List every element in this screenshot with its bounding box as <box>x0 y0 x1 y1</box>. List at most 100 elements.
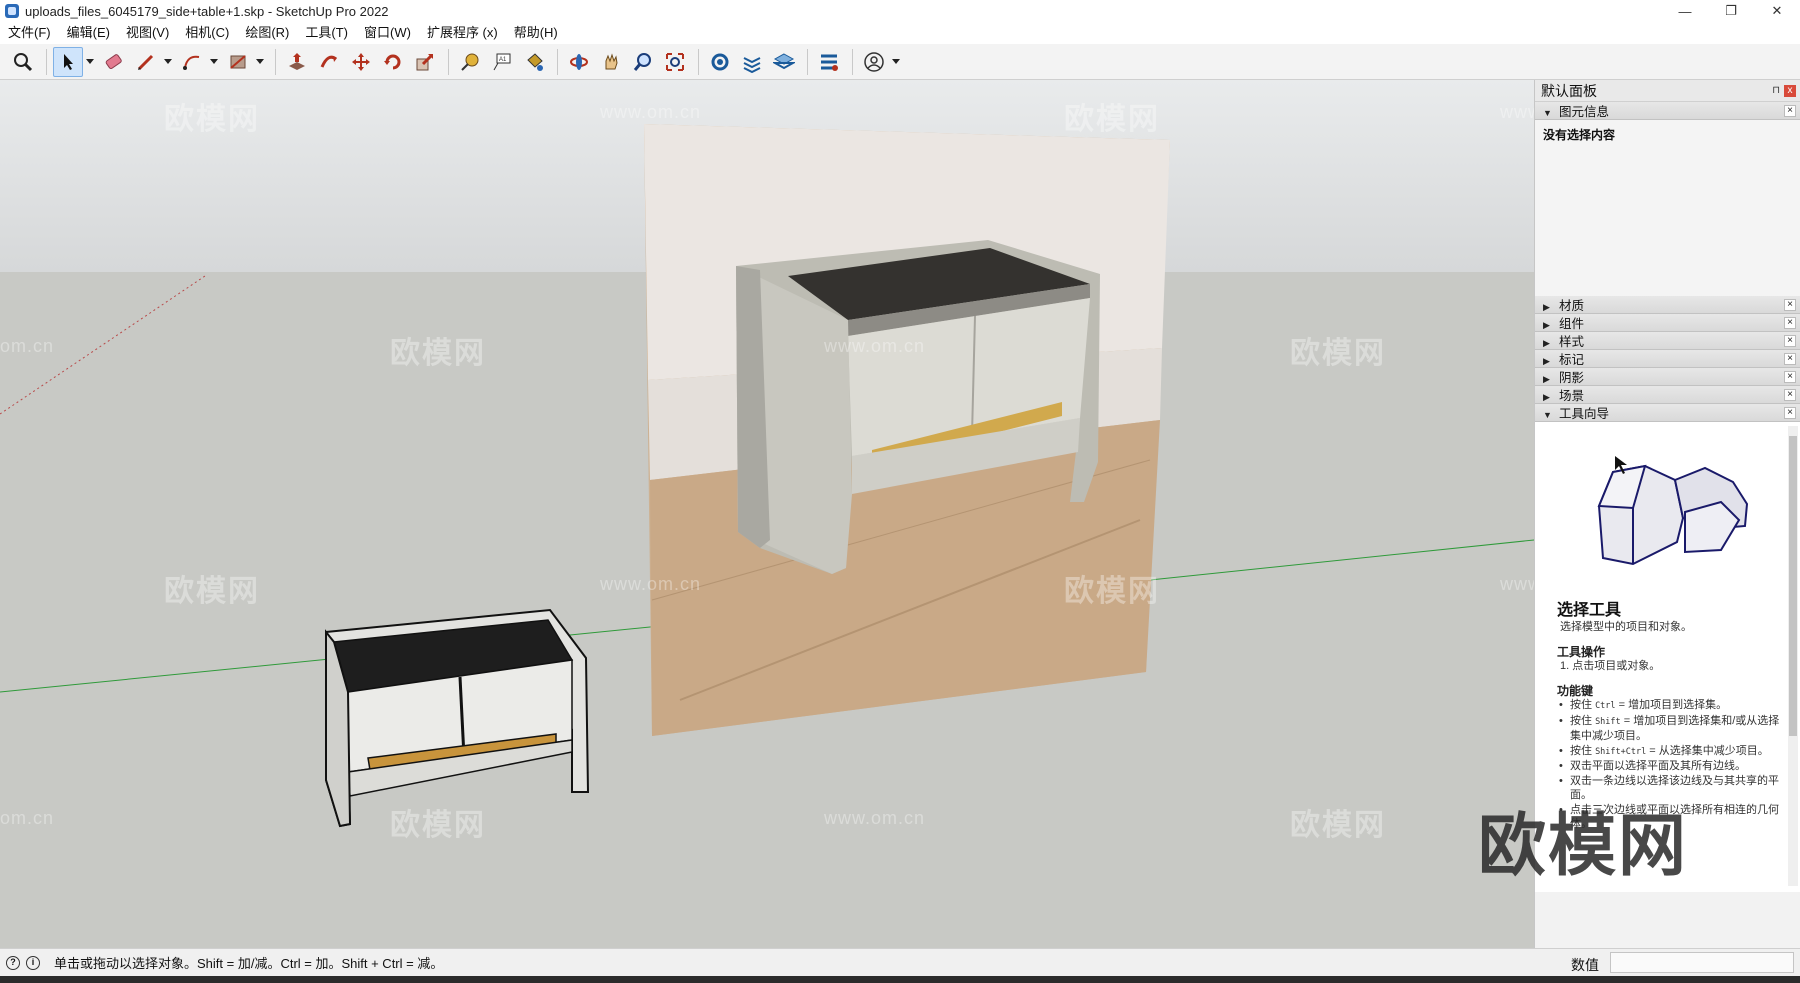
tray-scenes[interactable]: ▶ 场景 × <box>1535 386 1800 404</box>
list-item: 双击平面以选择平面及其所有边线。 <box>1557 759 1782 774</box>
main-toolbar: A1 <box>0 44 1800 80</box>
collapse-triangle-icon: ▼ <box>1543 410 1552 420</box>
instructor-op: 1. 点击项目或对象。 <box>1560 660 1661 672</box>
nightstand-model[interactable] <box>325 608 590 828</box>
close-tray-button[interactable]: x <box>1784 84 1796 97</box>
zoom-icon[interactable] <box>628 47 658 77</box>
sketchup-app-icon <box>5 4 19 18</box>
tray-tags[interactable]: ▶ 标记 × <box>1535 350 1800 368</box>
tray-label: 材质 <box>1559 299 1585 313</box>
profile-dropdown-icon[interactable] <box>891 47 901 77</box>
follow-me-icon[interactable] <box>314 47 344 77</box>
menu-draw[interactable]: 绘图(R) <box>237 22 297 44</box>
menu-help[interactable]: 帮助(H) <box>506 22 566 44</box>
close-window-button[interactable]: ✕ <box>1754 0 1800 22</box>
measurements-label: 数值 <box>1571 957 1599 973</box>
layers-icon[interactable] <box>769 47 799 77</box>
orbit-icon[interactable] <box>564 47 594 77</box>
pencil-icon[interactable] <box>131 47 161 77</box>
expand-triangle-icon: ▶ <box>1543 320 1550 330</box>
profile-icon[interactable] <box>859 47 889 77</box>
close-icon[interactable]: × <box>1784 298 1796 311</box>
window-title: uploads_files_6045179_side+table+1.skp -… <box>25 3 389 19</box>
reference-photo[interactable] <box>644 124 1170 736</box>
list-item: 按住 Shift = 增加项目到选择集和/或从选择集中减少项目。 <box>1557 714 1782 744</box>
scale-icon[interactable] <box>410 47 440 77</box>
rotate-icon[interactable] <box>378 47 408 77</box>
close-icon[interactable]: × <box>1784 334 1796 347</box>
tray-label: 场景 <box>1559 389 1585 403</box>
status-text: 单击或拖动以选择对象。Shift = 加/减。Ctrl = 加。Shift + … <box>54 956 444 971</box>
model-viewport[interactable]: 欧模网 www.om.cn 欧模网 www.om.cn om.cn 欧模网 ww… <box>0 80 1534 948</box>
info-icon[interactable]: i <box>26 955 40 970</box>
green-axis <box>1149 539 1534 581</box>
close-icon[interactable]: × <box>1784 370 1796 383</box>
select-tool-illustration <box>1597 456 1749 566</box>
tray-materials[interactable]: ▶ 材质 × <box>1535 296 1800 314</box>
rectangle-dropdown-icon[interactable] <box>255 47 265 77</box>
list-item: 按住 Shift+Ctrl = 从选择集中减少项目。 <box>1557 744 1782 760</box>
pin-icon[interactable]: ⊓ <box>1772 85 1780 97</box>
close-icon[interactable]: × <box>1784 104 1796 117</box>
select-tool-icon[interactable] <box>53 46 83 77</box>
close-icon[interactable]: × <box>1784 316 1796 329</box>
rectangle-icon[interactable] <box>223 47 253 77</box>
sandbox-icon[interactable] <box>737 47 767 77</box>
close-icon[interactable]: × <box>1784 406 1796 419</box>
arc-icon[interactable] <box>177 47 207 77</box>
menu-view[interactable]: 视图(V) <box>118 22 177 44</box>
toolbar-separator <box>852 48 853 75</box>
taskbar-edge <box>0 976 1800 983</box>
select-tool-dropdown-icon[interactable] <box>85 47 95 77</box>
modifier-keys-list: 按住 Ctrl = 增加项目到选择集。 按住 Shift = 增加项目到选择集和… <box>1557 698 1782 832</box>
minimize-button[interactable]: — <box>1662 0 1708 22</box>
scrollbar-thumb[interactable] <box>1789 436 1797 736</box>
instructor-title: 选择工具 <box>1557 602 1622 619</box>
components-icon[interactable] <box>705 47 735 77</box>
menu-edit[interactable]: 编辑(E) <box>59 22 118 44</box>
zoom-extents-icon[interactable] <box>8 47 38 77</box>
expand-triangle-icon: ▶ <box>1543 338 1550 348</box>
menu-extensions[interactable]: 扩展程序 (x) <box>419 22 506 44</box>
eraser-icon[interactable] <box>99 47 129 77</box>
menu-file[interactable]: 文件(F) <box>0 22 59 44</box>
menu-window[interactable]: 窗口(W) <box>356 22 419 44</box>
text-tool-icon[interactable]: A1 <box>487 47 517 77</box>
maximize-button[interactable]: ❐ <box>1708 0 1754 22</box>
toolbar-separator <box>275 48 276 75</box>
expand-triangle-icon: ▶ <box>1543 302 1550 312</box>
pencil-dropdown-icon[interactable] <box>163 47 173 77</box>
tray-header: 默认面板 ⊓ x <box>1535 80 1800 102</box>
pan-icon[interactable] <box>596 47 626 77</box>
menu-tools[interactable]: 工具(T) <box>297 22 356 44</box>
tray-instructor[interactable]: ▼ 工具向导 × <box>1535 404 1800 422</box>
instructor-scrollbar[interactable] <box>1788 426 1798 886</box>
list-item: 双击一条边线以选择该边线及与其共享的平面。 <box>1557 774 1782 803</box>
arc-dropdown-icon[interactable] <box>209 47 219 77</box>
extension-warehouse-icon[interactable] <box>814 47 844 77</box>
status-bar: ? i 单击或拖动以选择对象。Shift = 加/减。Ctrl = 加。Shif… <box>0 948 1800 976</box>
list-item: 点击三次边线或平面以选择所有相连的几何体。 <box>1557 803 1782 832</box>
move-icon[interactable] <box>346 47 376 77</box>
tray-components[interactable]: ▶ 组件 × <box>1535 314 1800 332</box>
menu-camera[interactable]: 相机(C) <box>177 22 237 44</box>
menu-bar: 文件(F) 编辑(E) 视图(V) 相机(C) 绘图(R) 工具(T) 窗口(W… <box>0 22 1800 44</box>
tray-styles[interactable]: ▶ 样式 × <box>1535 332 1800 350</box>
instructor-content: 选择工具 选择模型中的项目和对象。 工具操作 1. 点击项目或对象。 功能键 按… <box>1557 602 1782 832</box>
instructor-keys-title: 功能键 <box>1557 683 1594 698</box>
tray-entity-info[interactable]: ▼ 图元信息 × <box>1535 102 1800 120</box>
paint-bucket-icon[interactable] <box>519 47 549 77</box>
tape-measure-icon[interactable] <box>455 47 485 77</box>
close-icon[interactable]: × <box>1784 352 1796 365</box>
title-bar: uploads_files_6045179_side+table+1.skp -… <box>0 0 1800 22</box>
collapse-triangle-icon: ▼ <box>1543 108 1552 118</box>
expand-triangle-icon: ▶ <box>1543 374 1550 384</box>
geo-location-icon[interactable]: ? <box>6 955 20 970</box>
measurements-input[interactable] <box>1610 952 1794 973</box>
zoom-window-icon[interactable] <box>660 47 690 77</box>
tray-label: 标记 <box>1559 353 1585 367</box>
push-pull-icon[interactable] <box>282 47 312 77</box>
expand-triangle-icon: ▶ <box>1543 392 1550 402</box>
close-icon[interactable]: × <box>1784 388 1796 401</box>
tray-shadows[interactable]: ▶ 阴影 × <box>1535 368 1800 386</box>
